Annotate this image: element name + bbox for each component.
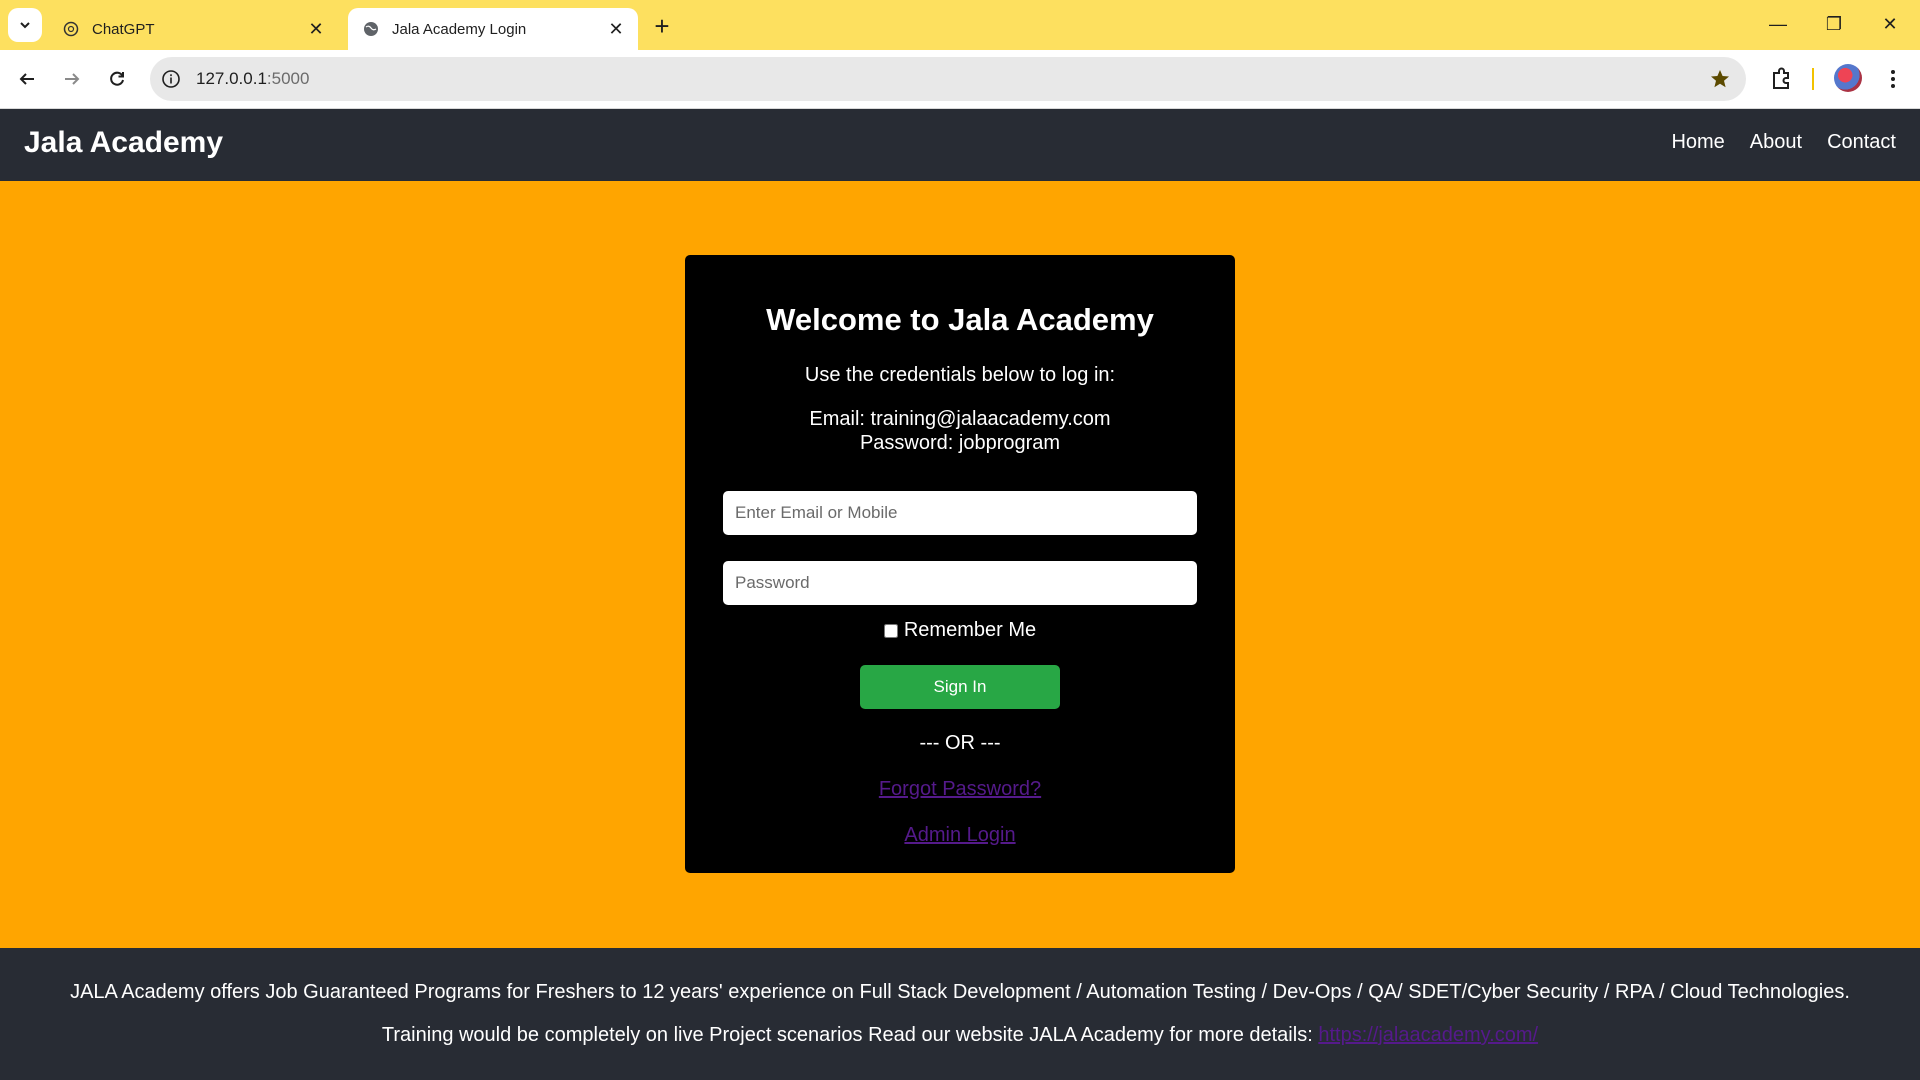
nav-link-contact[interactable]: Contact: [1827, 131, 1896, 154]
restore-button[interactable]: ❐: [1806, 6, 1862, 42]
admin-login-row: Admin Login: [685, 824, 1235, 847]
extensions-puzzle-icon[interactable]: [1766, 64, 1796, 94]
openai-icon: [62, 20, 80, 38]
login-intro: Use the credentials below to log in:: [804, 364, 1116, 386]
credentials-password: Password: jobprogram: [859, 432, 1061, 454]
site-nav: Home About Contact: [1671, 131, 1896, 154]
address-bar[interactable]: 127.0.0.1:5000: [150, 57, 1746, 101]
chevron-down-icon: [20, 22, 30, 29]
url-port: :5000: [266, 69, 310, 88]
bookmark-star-icon[interactable]: [1708, 67, 1732, 91]
site-footer: JALA Academy offers Job Guaranteed Progr…: [0, 948, 1920, 1080]
login-card: Welcome to Jala Academy Use the credenti…: [685, 255, 1235, 873]
forward-button[interactable]: [55, 62, 89, 96]
browser-toolbar: 127.0.0.1:5000: [0, 50, 1920, 109]
toolbar-divider: [1812, 68, 1814, 90]
url-host: 127.0.0.1: [196, 69, 267, 88]
kebab-menu-icon: [1891, 70, 1895, 88]
remember-me-checkbox[interactable]: [883, 623, 898, 638]
tab-title: ChatGPT: [92, 20, 155, 38]
minimize-button[interactable]: —: [1750, 6, 1806, 42]
browser-tab-bar: ChatGPT ✕ Jala Academy Login ✕ + — ❐ ✕: [0, 0, 1920, 50]
remember-me[interactable]: Remember Me: [685, 619, 1235, 642]
new-tab-button[interactable]: +: [648, 11, 676, 41]
browser-menu-button[interactable]: [1880, 64, 1906, 94]
arrow-left-icon: [19, 73, 34, 85]
footer-programs-text: JALA Academy offers Job Guaranteed Progr…: [70, 981, 1850, 1003]
forgot-password-link[interactable]: Forgot Password?: [879, 778, 1041, 800]
credentials-info: Email: training@jalaacademy.com Password…: [685, 407, 1235, 455]
nav-link-home[interactable]: Home: [1671, 131, 1724, 154]
close-icon[interactable]: ✕: [304, 17, 328, 41]
site-header: Jala Academy Home About Contact: [0, 109, 1920, 181]
login-heading: Welcome to Jala Academy: [766, 302, 1154, 337]
admin-login-link[interactable]: Admin Login: [904, 824, 1015, 846]
profile-avatar[interactable]: [1834, 64, 1862, 92]
tab-search-button[interactable]: [8, 8, 42, 42]
reload-icon: [110, 71, 124, 86]
arrow-right-icon: [65, 73, 80, 85]
close-icon[interactable]: ✕: [604, 17, 628, 41]
close-window-button[interactable]: ✕: [1862, 6, 1918, 42]
nav-link-about[interactable]: About: [1750, 131, 1802, 154]
site-info-icon[interactable]: [160, 68, 182, 90]
footer-training-line: Training would be completely on live Pro…: [0, 1024, 1920, 1047]
tab-jala-academy-login[interactable]: Jala Academy Login ✕: [348, 8, 638, 50]
back-button[interactable]: [10, 62, 44, 96]
tab-title: Jala Academy Login: [392, 20, 527, 38]
url-text: 127.0.0.1:5000: [196, 69, 309, 89]
footer-training-text: Training would be completely on live Pro…: [381, 1024, 1313, 1046]
credentials-email: Email: training@jalaacademy.com: [809, 408, 1111, 430]
tab-chatgpt[interactable]: ChatGPT ✕: [48, 8, 338, 50]
forgot-password-row: Forgot Password?: [685, 778, 1235, 801]
sign-in-button[interactable]: Sign In: [860, 665, 1060, 709]
reload-button[interactable]: [100, 62, 134, 96]
email-input[interactable]: [723, 491, 1197, 535]
remember-me-label: Remember Me: [903, 619, 1037, 641]
footer-website-link[interactable]: https://jalaacademy.com/: [1318, 1024, 1538, 1046]
site-brand[interactable]: Jala Academy: [24, 126, 223, 160]
password-input[interactable]: [723, 561, 1197, 605]
or-divider: --- OR ---: [919, 732, 1001, 754]
globe-icon: [362, 20, 380, 38]
